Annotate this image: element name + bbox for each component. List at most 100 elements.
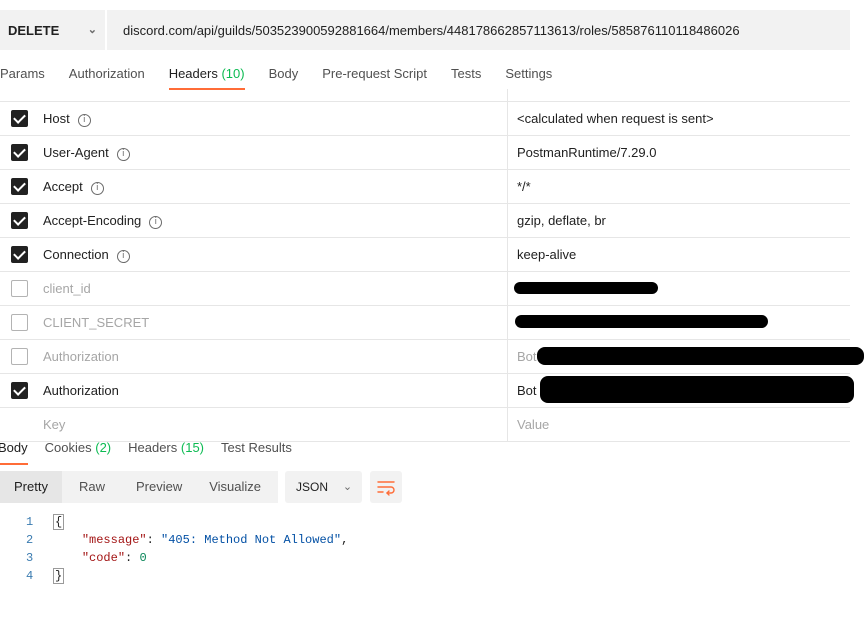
column-divider [507, 102, 508, 135]
tab-authorization[interactable]: Authorization [69, 62, 145, 90]
json-number: 0 [139, 551, 147, 565]
tab-test-results[interactable]: Test Results [221, 440, 292, 468]
tab-count: (2) [95, 440, 112, 455]
value-placeholder[interactable]: Value [517, 417, 549, 432]
tab-tests[interactable]: Tests [451, 62, 481, 90]
line-number: 2 [26, 533, 34, 547]
tab-settings[interactable]: Settings [505, 62, 552, 90]
table-row: Host i <calculated when request is sent> [0, 102, 850, 136]
header-key[interactable]: Authorization [43, 383, 119, 398]
redaction-mark [514, 282, 658, 294]
header-checkbox[interactable] [11, 144, 28, 161]
column-divider [507, 136, 508, 169]
table-row [0, 89, 850, 102]
header-checkbox[interactable] [11, 110, 28, 127]
tab-params[interactable]: Params [0, 62, 45, 90]
redaction-mark [515, 315, 768, 328]
redaction-mark [537, 347, 864, 365]
table-row: Accept-Encoding i gzip, deflate, br [0, 204, 850, 238]
header-key[interactable]: User-Agent i [43, 145, 130, 161]
table-row: client_id [0, 272, 850, 306]
table-row: CLIENT_SECRET [0, 306, 850, 340]
line-number: 3 [26, 551, 34, 565]
table-row: Accept i */* [0, 170, 850, 204]
json-key: "message" [81, 533, 147, 547]
header-value[interactable]: PostmanRuntime/7.29.0 [517, 145, 656, 160]
column-divider [507, 89, 508, 101]
tab-label: Params [0, 66, 45, 81]
header-key-text: Accept-Encoding [43, 213, 142, 228]
header-value[interactable]: <calculated when request is sent> [517, 111, 714, 126]
header-value[interactable]: keep-alive [517, 247, 576, 262]
header-checkbox[interactable] [11, 246, 28, 263]
view-pretty[interactable]: Pretty [0, 471, 62, 503]
view-visualize[interactable]: Visualize [199, 471, 278, 503]
header-value[interactable]: */* [517, 179, 531, 194]
response-toolbar: Pretty Raw Preview Visualize JSON ⌄ [0, 471, 403, 503]
header-key[interactable]: Host i [43, 111, 91, 127]
info-icon: i [77, 114, 91, 127]
tab-body[interactable]: Body [269, 62, 299, 90]
header-key[interactable]: Authorization [43, 349, 119, 364]
column-divider [507, 374, 508, 407]
info-icon: i [116, 148, 130, 161]
tab-label: Headers [128, 440, 178, 455]
line-number: 1 [26, 515, 34, 529]
header-key-text: Connection [43, 247, 109, 262]
header-value[interactable]: Bot [517, 383, 537, 398]
redaction-mark [540, 376, 854, 403]
header-checkbox[interactable] [11, 212, 28, 229]
chevron-down-icon: ⌄ [342, 481, 353, 493]
header-value[interactable]: gzip, deflate, br [517, 213, 606, 228]
url-input[interactable]: discord.com/api/guilds/50352390059288166… [107, 23, 740, 38]
tab-label: Test Results [221, 440, 292, 455]
format-select[interactable]: JSON ⌄ [285, 471, 363, 503]
header-value[interactable]: Bot [517, 349, 537, 364]
table-row-new: Key Value [0, 408, 850, 442]
open-brace: { [53, 514, 65, 530]
tab-label: Settings [505, 66, 553, 81]
header-key[interactable]: Accept i [43, 179, 104, 195]
column-divider [507, 408, 508, 441]
table-row: Authorization Bot [0, 374, 854, 408]
header-checkbox[interactable] [11, 178, 28, 195]
header-key-text: Accept [43, 179, 83, 194]
view-raw[interactable]: Raw [62, 471, 122, 503]
json-string: "405: Method Not Allowed" [161, 533, 342, 547]
header-key[interactable]: Connection i [43, 247, 130, 263]
info-icon: i [149, 216, 163, 229]
key-placeholder[interactable]: Key [43, 417, 65, 432]
tab-count: (15) [180, 440, 205, 455]
tab-label: Authorization [68, 66, 145, 81]
method-select[interactable]: DELETE ⌄ [0, 10, 107, 50]
header-checkbox[interactable] [11, 314, 28, 331]
header-checkbox[interactable] [11, 382, 28, 399]
header-key-text: User-Agent [43, 145, 109, 160]
header-checkbox[interactable] [11, 280, 28, 297]
header-key[interactable]: CLIENT_SECRET [43, 315, 149, 330]
code-text: "message": "405: Method Not Allowed", [81, 533, 349, 547]
tab-headers[interactable]: Headers (10) [168, 62, 245, 90]
tab-label: Body [0, 440, 28, 455]
view-preview[interactable]: Preview [122, 471, 199, 503]
tab-label: Body [268, 66, 299, 81]
tab-response-body[interactable]: Body [0, 440, 28, 468]
tab-label: Pre-request Script [322, 66, 427, 81]
column-divider [507, 204, 508, 237]
wrap-lines-icon [377, 481, 395, 496]
header-checkbox[interactable] [11, 348, 28, 365]
column-divider [507, 340, 508, 373]
info-icon: i [116, 250, 130, 263]
tab-response-headers[interactable]: Headers (15) [128, 440, 204, 468]
table-row: Connection i keep-alive [0, 238, 850, 272]
tab-label: Headers [168, 66, 218, 81]
tab-pre-request-script[interactable]: Pre-request Script [322, 62, 427, 90]
chevron-down-icon: ⌄ [87, 24, 97, 36]
format-label: JSON [296, 480, 329, 494]
wrap-lines-button[interactable] [370, 471, 403, 503]
line-number: 4 [26, 569, 34, 583]
header-key[interactable]: Accept-Encoding i [43, 213, 163, 229]
header-key[interactable]: client_id [43, 281, 91, 296]
tab-cookies[interactable]: Cookies (2) [45, 440, 111, 468]
code-text: "code": 0 [81, 551, 147, 565]
